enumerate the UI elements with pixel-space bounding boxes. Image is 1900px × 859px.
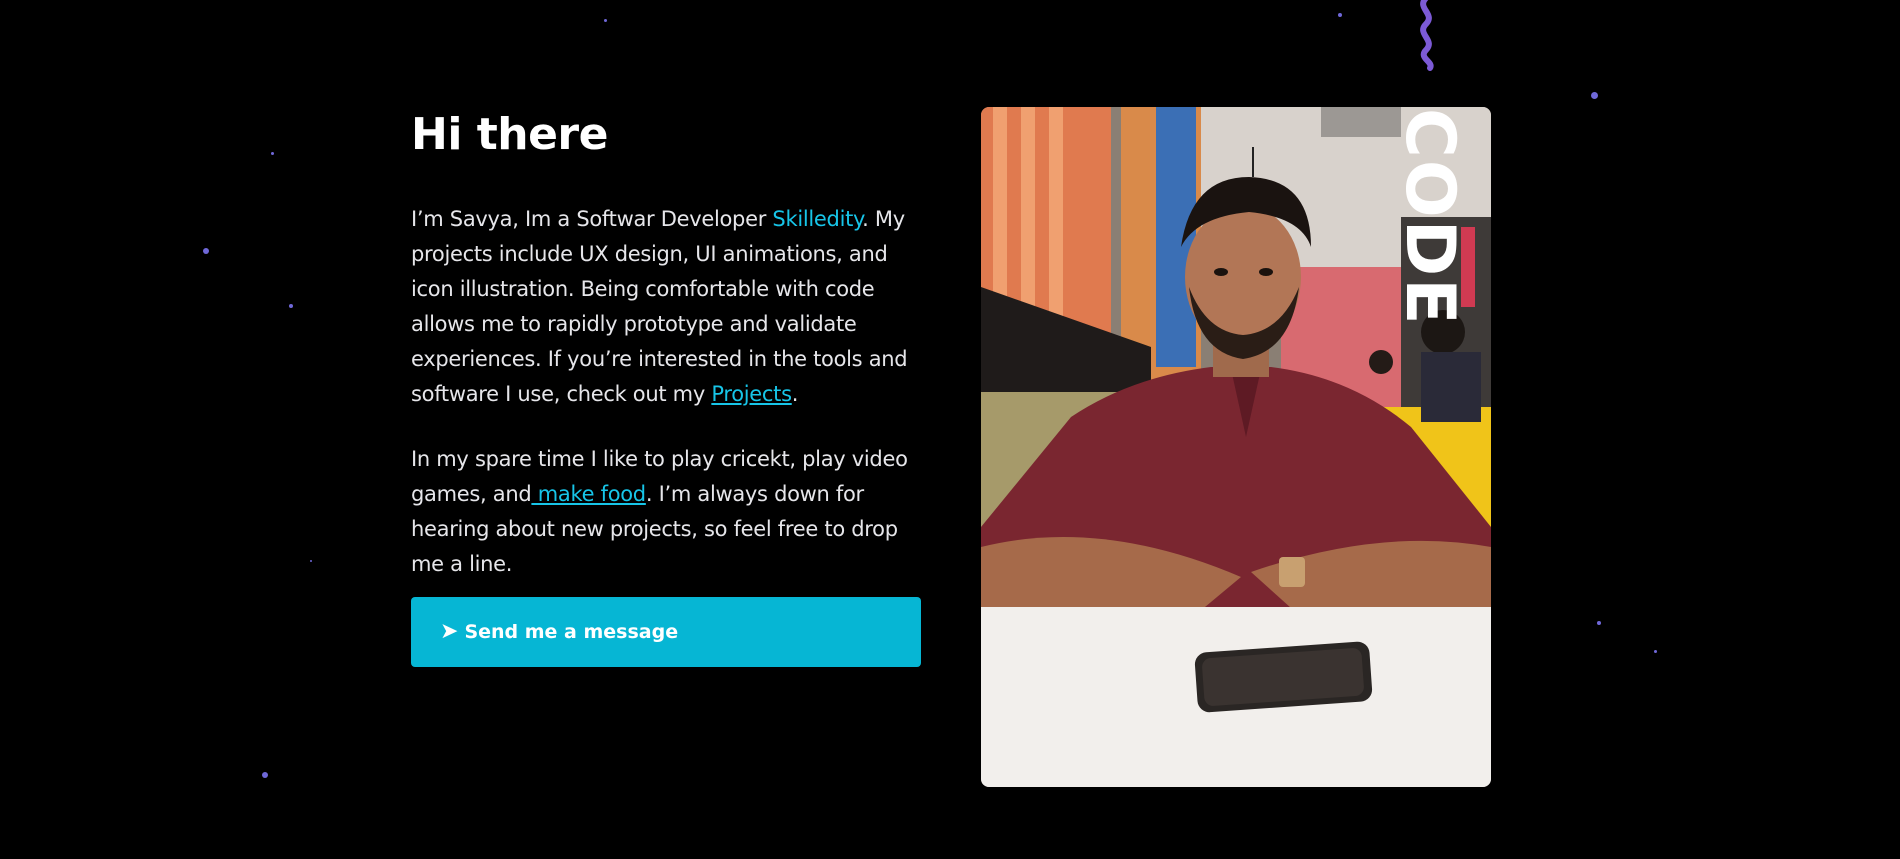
star-dot <box>1654 650 1657 653</box>
intro-paragraph: I’m Savya, Im a Softwar Developer Skille… <box>411 202 921 412</box>
intro-text-start: I’m Savya, Im a Softwar Developer <box>411 207 773 231</box>
star-dot <box>203 248 209 254</box>
send-message-button[interactable]: ➤ Send me a message <box>411 597 921 667</box>
star-dot <box>1597 621 1601 625</box>
intro-section: Hi there I’m Savya, Im a Softwar Develop… <box>411 100 921 612</box>
make-food-link[interactable]: make food <box>531 482 646 506</box>
intro-text-end: . <box>791 382 799 406</box>
star-dot <box>310 560 312 562</box>
star-dot <box>1338 13 1342 17</box>
page: Hi there I’m Savya, Im a Softwar Develop… <box>0 0 1900 859</box>
star-dot <box>289 304 293 308</box>
projects-link[interactable]: Projects <box>711 382 792 406</box>
intro-text-middle: . My projects include UX design, UI anim… <box>411 207 908 406</box>
star-dot <box>1591 92 1598 99</box>
star-dot <box>271 152 274 155</box>
squiggle-decoration <box>1420 0 1434 71</box>
star-dot <box>262 772 268 778</box>
send-message-label: Send me a message <box>464 621 679 643</box>
star-dot <box>604 19 607 22</box>
hobbies-paragraph: In my spare time I like to play cricekt,… <box>411 442 921 582</box>
code-overlay-text: CODE <box>1390 108 1469 327</box>
send-arrow-icon: ➤ <box>440 619 459 644</box>
page-title: Hi there <box>411 109 608 160</box>
company-link[interactable]: Skilledity <box>772 207 862 231</box>
